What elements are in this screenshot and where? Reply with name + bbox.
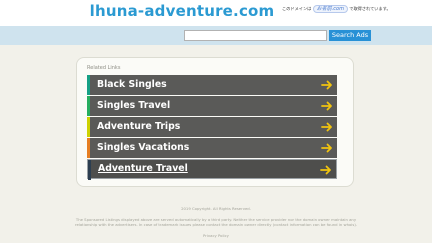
top-header: lhuna-adventure.com このドメインは お名前.com で取得さ… xyxy=(0,0,432,26)
link-stripe xyxy=(87,138,90,158)
registrar-note-suffix: で取得されています。 xyxy=(349,6,391,11)
registrar-note: このドメインは お名前.com で取得されています。 xyxy=(282,4,430,14)
search-input[interactable] xyxy=(184,30,327,41)
related-link-label: Singles Vacations xyxy=(97,142,190,153)
link-stripe xyxy=(87,75,90,95)
registrar-note-prefix: このドメインは xyxy=(282,6,312,11)
related-link-label: Black Singles xyxy=(97,79,167,90)
related-link-singles-vacations[interactable]: Singles Vacations xyxy=(87,138,337,158)
privacy-policy-link[interactable]: Privacy Policy xyxy=(0,233,432,238)
related-link-adventure-trips[interactable]: Adventure Trips xyxy=(87,117,337,137)
disclaimer-line-2: relationship with the advertisers. In ca… xyxy=(74,222,358,227)
search-bar: Search Ads xyxy=(0,26,432,45)
related-links-heading: Related Links xyxy=(87,65,121,71)
link-stripe xyxy=(87,96,90,116)
right-arrow-icon xyxy=(321,101,332,111)
search-ads-button[interactable]: Search Ads xyxy=(329,30,371,41)
related-link-black-singles[interactable]: Black Singles xyxy=(87,75,337,95)
right-arrow-icon xyxy=(321,143,332,153)
related-links-panel: Related Links Black Singles Singles Trav… xyxy=(76,57,354,187)
right-arrow-icon xyxy=(320,165,331,175)
related-link-label: Singles Travel xyxy=(97,100,171,111)
registrar-logo[interactable]: お名前.com xyxy=(312,5,348,13)
link-stripe xyxy=(88,160,91,180)
related-link-adventure-travel[interactable]: Adventure Travel xyxy=(87,159,337,180)
right-arrow-icon xyxy=(321,122,332,132)
related-link-label: Adventure Travel xyxy=(98,163,188,174)
related-link-singles-travel[interactable]: Singles Travel xyxy=(87,96,337,116)
related-link-label: Adventure Trips xyxy=(97,121,181,132)
copyright-text: 2019 Copyright. All Rights Reserved. xyxy=(181,206,251,211)
link-stripe xyxy=(87,117,90,137)
right-arrow-icon xyxy=(321,80,332,90)
